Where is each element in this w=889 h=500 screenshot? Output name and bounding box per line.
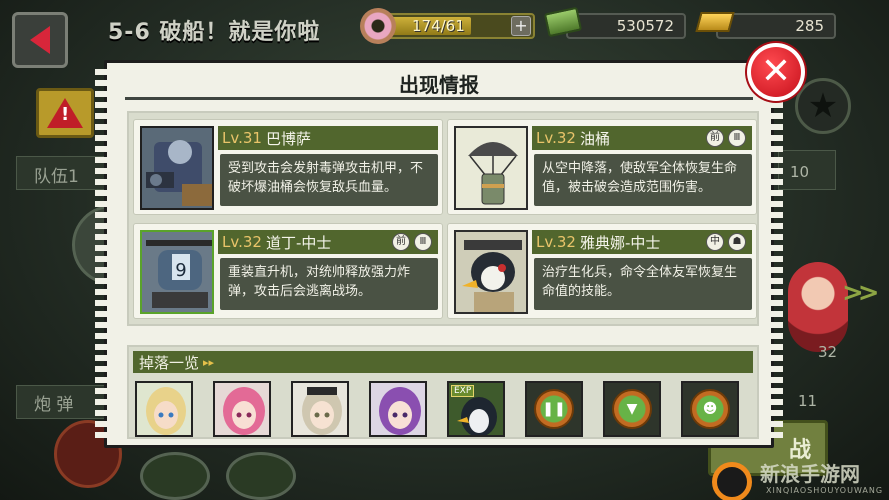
enemy-level: Lv.32 (222, 233, 262, 251)
right-number-1: 10 (790, 163, 810, 181)
enemy-name: 油桶 (579, 129, 610, 148)
info-dialog: 出现情报 Lv.31 巴博萨 受到攻击会发射毒弹攻击机甲，不破坏爆油桶会恢复敌兵… (95, 60, 783, 448)
middle-row-tag-icon: 中 (706, 233, 724, 251)
enemy-name: 巴博萨 (265, 129, 311, 148)
drop-item-maid-girl[interactable] (291, 381, 349, 437)
enemy-portrait-babosa (140, 126, 214, 210)
watermark-text: 新浪手游网 (760, 462, 860, 486)
enemy-description: 重装直升机，对统帅释放强力炸弹，攻击后会逃离战场。 (220, 258, 438, 310)
drop-item-exp-penguin[interactable]: EXP (447, 381, 505, 437)
star-badge-icon[interactable]: ★ (795, 78, 851, 134)
right-number-2: 32 (818, 343, 838, 361)
armor-type-tag-icon: Ⅲ (728, 129, 746, 147)
gasmask-icon: ☻ (690, 389, 730, 429)
enemy-description: 从空中降落，使敌军全体恢复生命值，被击破会造成范围伤害。 (534, 154, 752, 206)
enemy-card[interactable]: Lv.31 巴博萨 受到攻击会发射毒弹攻击机甲，不破坏爆油桶会恢复敌兵血量。 (133, 119, 443, 215)
enemy-portrait-athena (454, 230, 528, 314)
drop-item-armor[interactable]: ▼ (603, 381, 661, 437)
drop-item-ammo[interactable]: ❚❚ (525, 381, 583, 437)
front-row-tag-icon: 前 (392, 233, 410, 251)
shell-label: 炮 弹 (34, 395, 74, 415)
enemy-list: Lv.31 巴博萨 受到攻击会发射毒弹攻击机甲，不破坏爆油桶会恢复敌兵血量。 L… (127, 111, 759, 326)
gold-value: 285 (795, 17, 824, 35)
exp-badge: EXP (451, 385, 475, 397)
enemy-name: 道丁-中士 (265, 233, 332, 252)
enemy-card[interactable]: 9 Lv.32 道丁-中士 前Ⅲ 重装直升机，对统帅释放强力炸弹，攻击后会逃离战… (133, 223, 443, 319)
drop-item-purple-girl[interactable] (369, 381, 427, 437)
money-display: 530572 (566, 13, 686, 39)
stamina-display: 174/61 + (380, 13, 535, 39)
enemy-level: Lv.32 (536, 233, 576, 251)
donut-icon (360, 8, 396, 44)
character-avatar[interactable] (788, 262, 848, 352)
money-value: 530572 (616, 17, 674, 35)
drop-item-blonde-girl[interactable] (135, 381, 193, 437)
enemy-portrait-oil-drum (454, 126, 528, 210)
title-divider (125, 97, 753, 100)
gold-display: 285 (716, 13, 836, 39)
svg-text:9: 9 (175, 260, 186, 281)
armor-type-tag-icon: Ⅲ (414, 233, 432, 251)
watermark-logo (712, 462, 752, 500)
watermark-subtext: XINQIAOSHOUYOUWANG (766, 486, 884, 495)
dialog-title: 出现情报 (399, 73, 479, 97)
stage-title: 5-6 破船！就是你啦 (108, 20, 321, 45)
back-button[interactable] (12, 12, 68, 68)
drop-item-gasmask[interactable]: ☻ (681, 381, 739, 437)
next-arrow-icon[interactable]: >> (842, 278, 879, 308)
close-button[interactable]: ✕ (747, 43, 805, 101)
enemy-description: 受到攻击会发射毒弹攻击机甲，不破坏爆油桶会恢复敌兵血量。 (220, 154, 438, 206)
armor-type-tag-icon: ☗ (728, 233, 746, 251)
enemy-description: 治疗生化兵，命令全体友军恢复生命值的技能。 (534, 258, 752, 310)
chevron-right-icon: ▸▸ (203, 355, 215, 369)
back-arrow-icon (30, 26, 50, 54)
warning-icon (47, 98, 83, 128)
drop-list: 掉落一览 ▸▸ EXP ❚❚ ▼ ☻ (127, 345, 759, 439)
game-screen: { "header": { "stage_title": "5-6 破船！就是你… (0, 0, 889, 500)
armor-icon: ▼ (612, 389, 652, 429)
add-stamina-button[interactable]: + (511, 16, 531, 36)
enemy-namebar: Lv.31 巴博萨 (218, 126, 438, 150)
drops-title: 掉落一览 (139, 353, 200, 372)
gold-bar-icon (695, 12, 735, 32)
enemy-namebar: Lv.32 油桶 前Ⅲ (532, 126, 752, 150)
enemy-portrait-dowding: 9 (140, 230, 214, 314)
ammo-icon: ❚❚ (534, 389, 574, 429)
enemy-level: Lv.32 (536, 129, 576, 147)
team-label: 队伍1 (34, 167, 79, 187)
shell-slot-3[interactable] (226, 452, 296, 500)
warning-button[interactable] (36, 88, 94, 138)
close-icon: ✕ (751, 47, 801, 97)
enemy-card[interactable]: Lv.32 雅典娜-中士 中 ☗ 治疗生化兵，命令全体友军恢复生命值的技能。 (447, 223, 757, 319)
enemy-name: 雅典娜-中士 (579, 233, 661, 252)
drop-item-pink-girl[interactable] (213, 381, 271, 437)
drops-header: 掉落一览 ▸▸ (133, 351, 753, 373)
enemy-card[interactable]: Lv.32 油桶 前Ⅲ 从空中降落，使敌军全体恢复生命值，被击破会造成范围伤害。 (447, 119, 757, 215)
enemy-namebar: Lv.32 道丁-中士 前Ⅲ (218, 230, 438, 254)
right-number-3: 11 (798, 392, 818, 410)
stamina-value: 174/61 (412, 17, 465, 35)
enemy-level: Lv.31 (222, 129, 262, 147)
enemy-namebar: Lv.32 雅典娜-中士 中 ☗ (532, 230, 752, 254)
shell-slot-2[interactable] (140, 452, 210, 500)
front-row-tag-icon: 前 (706, 129, 724, 147)
